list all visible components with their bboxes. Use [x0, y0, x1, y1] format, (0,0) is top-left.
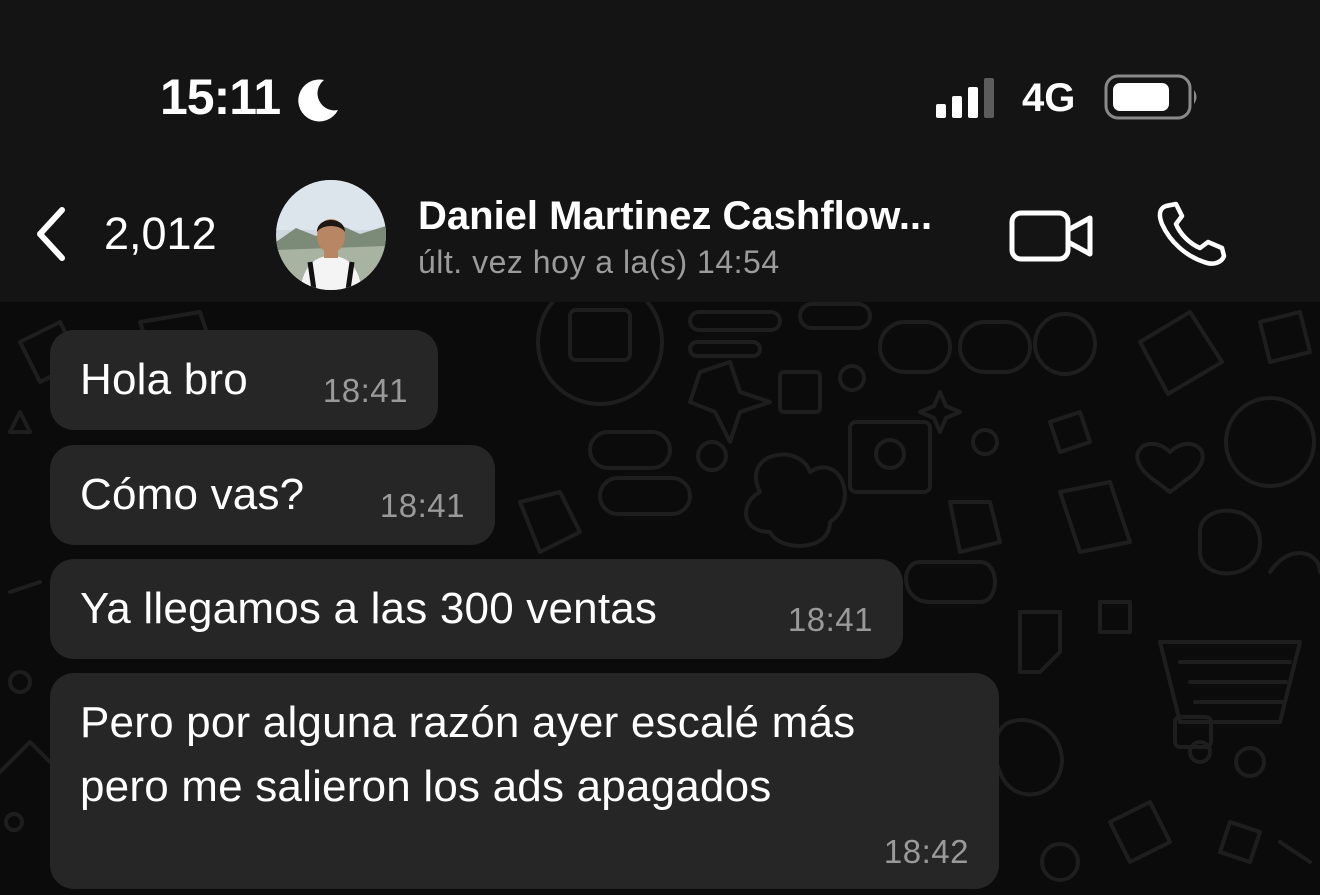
message-time: 18:42 [883, 833, 969, 870]
back-button[interactable]: 2,012 [30, 198, 240, 270]
unread-count: 2,012 [104, 208, 217, 259]
chat-messages-area[interactable]: Hola bro 18:41 Cómo vas? 18:41 Ya llegam… [0, 302, 1320, 895]
message-time: 18:41 [379, 487, 465, 524]
contact-avatar[interactable] [276, 180, 386, 290]
chat-header: 2,012 Daniel Martinez Cashflow... últ. v… [0, 170, 1320, 302]
message-text-line: Pero por alguna razón ayer escalé más [80, 698, 856, 747]
network-label: 4G [1022, 76, 1076, 120]
status-time: 15:11 [160, 69, 281, 125]
message-bubble[interactable]: Hola bro 18:41 [50, 330, 438, 430]
status-bar: 15:11 4G [0, 0, 1320, 170]
message-text-line: pero me salieron los ads apagados [80, 762, 772, 811]
moon-icon [298, 79, 338, 122]
voice-call-button[interactable] [1156, 200, 1230, 266]
video-camera-icon [1009, 210, 1093, 262]
message-bubble[interactable]: Cómo vas? 18:41 [50, 445, 495, 545]
message-time: 18:41 [322, 372, 408, 409]
battery-icon [1104, 74, 1197, 120]
message-bubble[interactable]: Pero por alguna razón ayer escalé más pe… [50, 673, 999, 889]
cellular-signal-icon [936, 78, 994, 118]
message-text: Ya llegamos a las 300 ventas [80, 584, 658, 633]
avatar-photo [276, 180, 386, 290]
message-time: 18:41 [787, 601, 873, 638]
last-seen-status: últ. vez hoy a la(s) 14:54 [418, 244, 780, 280]
chat-screen: 15:11 4G 2,012 Daniel Martinez Cashflow.… [0, 0, 1320, 895]
contact-name[interactable]: Daniel Martinez Cashflow... [418, 194, 978, 239]
message-bubble[interactable]: Ya llegamos a las 300 ventas 18:41 [50, 559, 903, 659]
back-chevron-icon [37, 207, 65, 261]
phone-icon [1157, 201, 1227, 266]
video-call-button[interactable] [1008, 206, 1096, 266]
